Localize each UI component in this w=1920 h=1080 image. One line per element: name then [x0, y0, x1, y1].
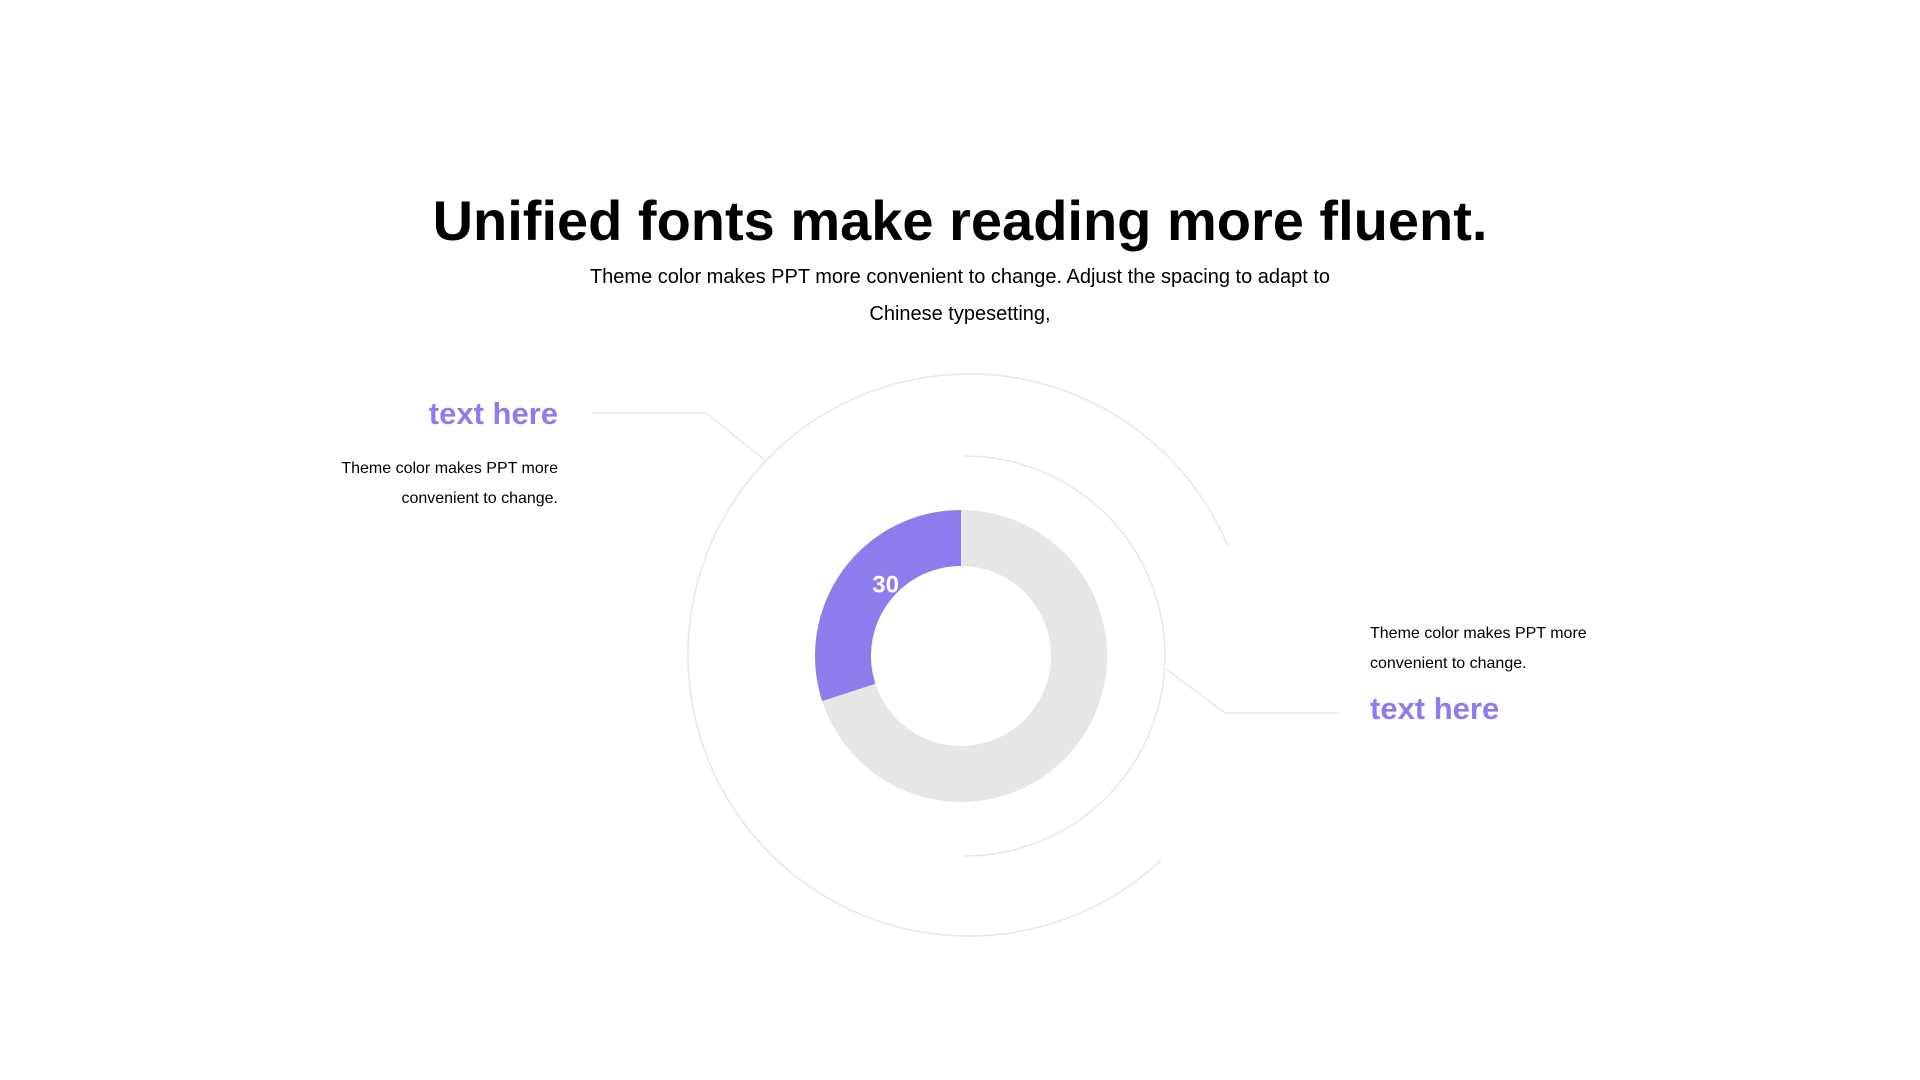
donut-group: 30: [815, 510, 1108, 802]
donut-value-slice: [815, 510, 961, 702]
left-leader-line: [592, 412, 767, 462]
page-title: Unified fonts make reading more fluent.: [432, 189, 1488, 252]
decorative-rings: [592, 373, 1340, 937]
donut-chart: 30: [592, 373, 1340, 937]
page-subtitle: Theme color makes PPT more convenient to…: [589, 266, 1331, 325]
right-callout-body: Theme color makes PPT more convenient to…: [1370, 625, 1587, 672]
donut-value-label: 30: [872, 571, 899, 598]
right-leader-line: [1165, 668, 1340, 714]
left-callout-heading: text here: [428, 396, 558, 431]
right-callout-heading: text here: [1370, 691, 1500, 726]
left-callout-body: Theme color makes PPT more convenient to…: [341, 460, 558, 507]
outer-ring-arc: [687, 373, 1229, 937]
